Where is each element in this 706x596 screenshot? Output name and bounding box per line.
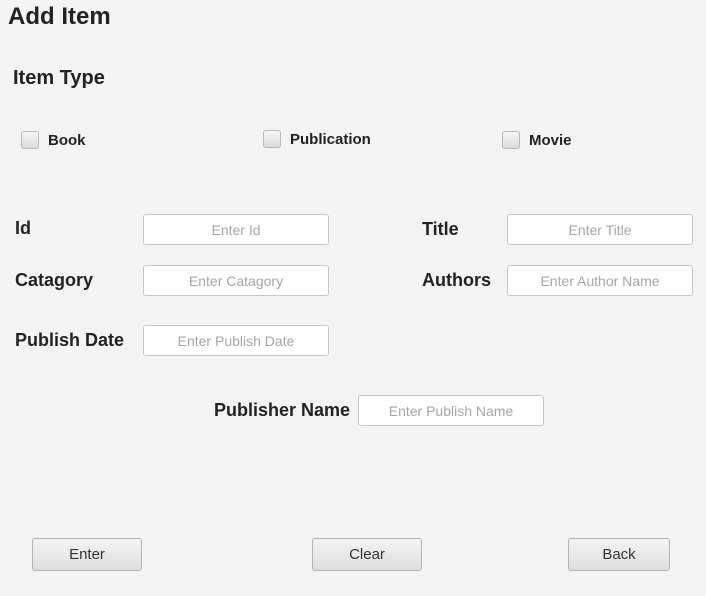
- book-checkbox[interactable]: [21, 131, 39, 149]
- back-button[interactable]: Back: [568, 538, 670, 571]
- publisher-name-input[interactable]: [358, 395, 544, 426]
- movie-checkbox-label: Movie: [529, 131, 572, 149]
- authors-label: Authors: [422, 270, 491, 290]
- movie-checkbox[interactable]: [502, 131, 520, 149]
- authors-input[interactable]: [507, 265, 693, 296]
- book-checkbox-group[interactable]: Book: [21, 131, 86, 149]
- book-checkbox-label: Book: [48, 131, 86, 149]
- category-label: Catagory: [15, 270, 94, 290]
- id-label: Id: [15, 218, 31, 238]
- publish-date-input[interactable]: [143, 325, 329, 356]
- enter-button[interactable]: Enter: [32, 538, 142, 571]
- page-title: Add Item: [8, 3, 111, 30]
- publication-checkbox[interactable]: [263, 130, 281, 148]
- category-input[interactable]: [143, 265, 329, 296]
- movie-checkbox-group[interactable]: Movie: [502, 131, 572, 149]
- clear-button[interactable]: Clear: [312, 538, 422, 571]
- publication-checkbox-label: Publication: [290, 130, 371, 148]
- publish-date-label: Publish Date: [15, 330, 125, 350]
- id-input[interactable]: [143, 214, 329, 245]
- title-input[interactable]: [507, 214, 693, 245]
- item-type-heading: Item Type: [13, 67, 105, 89]
- publisher-name-label: Publisher Name: [214, 400, 351, 420]
- title-label: Title: [422, 219, 459, 239]
- publication-checkbox-group[interactable]: Publication: [263, 130, 371, 148]
